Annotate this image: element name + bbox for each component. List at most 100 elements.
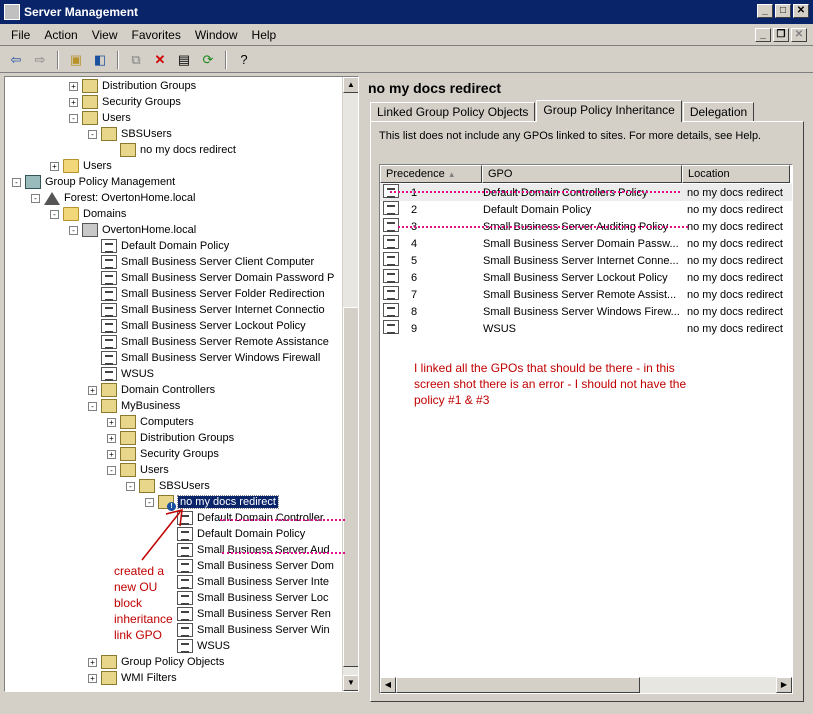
scroll-up-arrow[interactable]: ▲ bbox=[343, 77, 358, 93]
gpo-row[interactable]: 7 Small Business Server Remote Assist... n… bbox=[380, 286, 792, 303]
tree-node[interactable]: Small Business Server Internet Connectio bbox=[88, 302, 325, 318]
gpo-icon bbox=[177, 639, 193, 653]
tree-node[interactable]: + Domain Controllers bbox=[88, 382, 215, 398]
tree-node[interactable]: - Users bbox=[107, 462, 169, 478]
tree-node[interactable]: + WMI Filters bbox=[88, 670, 177, 686]
expand-icon[interactable]: + bbox=[88, 673, 97, 683]
copy-icon[interactable]: ⧉ bbox=[126, 50, 146, 70]
scroll-left-arrow[interactable]: ◀ bbox=[380, 677, 396, 693]
precedence-cell: 5 bbox=[411, 254, 418, 267]
collapse-icon[interactable]: - bbox=[12, 177, 21, 187]
collapse-icon[interactable]: - bbox=[126, 481, 135, 491]
tree-node[interactable]: + Security Groups bbox=[69, 94, 181, 110]
tree-node[interactable]: Small Business Server Domain Password P bbox=[88, 270, 334, 286]
collapse-icon[interactable]: - bbox=[88, 129, 97, 139]
tree-node[interactable]: - OvertonHome.local bbox=[69, 222, 196, 238]
expand-icon[interactable]: + bbox=[69, 81, 78, 91]
tree-node[interactable]: Small Business Server Loc bbox=[164, 590, 328, 606]
tree-node[interactable]: Small Business Server Win bbox=[164, 622, 330, 638]
gpo-row[interactable]: 5 Small Business Server Internet Conne...… bbox=[380, 252, 792, 269]
collapse-icon[interactable]: - bbox=[88, 401, 97, 411]
tree-node[interactable]: Small Business Server Remote Assistance bbox=[88, 334, 329, 350]
tree-node[interactable]: Small Business Server Lockout Policy bbox=[88, 318, 306, 334]
menu-window[interactable]: Window bbox=[188, 28, 245, 42]
gpo-row[interactable]: 9 WSUS no my docs redirect bbox=[380, 320, 792, 337]
menu-file[interactable]: File bbox=[4, 28, 37, 42]
tree-node[interactable]: - Users bbox=[69, 110, 131, 126]
expand-icon[interactable]: + bbox=[88, 385, 97, 395]
expand-icon[interactable]: + bbox=[107, 417, 116, 427]
menu-action[interactable]: Action bbox=[37, 28, 84, 42]
location-cell: no my docs redirect bbox=[687, 220, 783, 233]
tree-node[interactable]: Small Business Server Windows Firewall bbox=[88, 350, 320, 366]
gpo-row[interactable]: 2 Default Domain Policy no my docs redirec… bbox=[380, 201, 792, 218]
tree-node[interactable]: + Group Policy Objects bbox=[88, 654, 224, 670]
expand-icon[interactable]: + bbox=[50, 161, 59, 171]
expand-icon[interactable]: + bbox=[69, 97, 78, 107]
gpo-row[interactable]: 6 Small Business Server Lockout Policy no … bbox=[380, 269, 792, 286]
h-scroll-thumb[interactable] bbox=[396, 677, 640, 693]
tree-node[interactable]: - SBSUsers bbox=[126, 478, 210, 494]
expand-icon[interactable]: + bbox=[107, 433, 116, 443]
tree-node[interactable]: Small Business Server Inte bbox=[164, 574, 329, 590]
tab-delegation[interactable]: Delegation bbox=[682, 102, 755, 122]
refresh-icon[interactable]: ⟳ bbox=[198, 50, 218, 70]
child-restore-button[interactable]: ❐ bbox=[773, 28, 789, 42]
menu-favorites[interactable]: Favorites bbox=[125, 28, 188, 42]
maximize-button[interactable]: □ bbox=[775, 4, 791, 18]
precedence-cell: 8 bbox=[411, 305, 418, 318]
console-tree[interactable]: + WMI Filters + Group Policy Objects WSUS Sma… bbox=[4, 76, 359, 692]
child-minimize-button[interactable]: _ bbox=[755, 28, 771, 42]
collapse-icon[interactable]: - bbox=[69, 113, 78, 123]
column-location[interactable]: Location bbox=[682, 165, 790, 183]
gpo-row[interactable]: 4 Small Business Server Domain Passw... no… bbox=[380, 235, 792, 252]
tree-node[interactable]: Small Business Server Folder Redirection bbox=[88, 286, 325, 302]
tree-node[interactable]: + Computers bbox=[107, 414, 194, 430]
collapse-icon[interactable]: - bbox=[107, 465, 116, 475]
tree-node[interactable]: - Forest: OvertonHome.local bbox=[31, 190, 195, 206]
gpo-row[interactable]: 8 Small Business Server Windows Firew... n… bbox=[380, 303, 792, 320]
list-horizontal-scrollbar[interactable]: ◀ ▶ bbox=[380, 677, 792, 693]
tree-node[interactable]: - SBSUsers bbox=[88, 126, 172, 142]
column-precedence[interactable]: Precedence ▲ bbox=[380, 165, 482, 183]
minimize-button[interactable]: _ bbox=[757, 4, 773, 18]
scroll-down-arrow[interactable]: ▼ bbox=[343, 675, 358, 691]
tab-group-policy-inheritance[interactable]: Group Policy Inheritance bbox=[536, 100, 682, 122]
expand-icon[interactable]: + bbox=[88, 657, 97, 667]
collapse-icon[interactable]: - bbox=[31, 193, 40, 203]
help-icon[interactable]: ? bbox=[234, 50, 254, 70]
column-gpo[interactable]: GPO bbox=[482, 165, 682, 183]
scroll-right-arrow[interactable]: ▶ bbox=[776, 677, 792, 693]
tree-vertical-scrollbar[interactable]: ▲ ▼ bbox=[342, 77, 358, 691]
tree-node[interactable]: no my docs redirect bbox=[107, 142, 236, 158]
collapse-icon[interactable]: - bbox=[69, 225, 78, 235]
tree-node[interactable]: WSUS bbox=[88, 366, 154, 382]
tab-linked-group-policy-objects[interactable]: Linked Group Policy Objects bbox=[370, 102, 536, 122]
child-close-button[interactable]: ✕ bbox=[791, 28, 807, 42]
tree-node[interactable]: - MyBusiness bbox=[88, 398, 180, 414]
menu-help[interactable]: Help bbox=[245, 28, 284, 42]
properties-icon[interactable]: ▤ bbox=[174, 50, 194, 70]
tree-node[interactable]: + Distribution Groups bbox=[69, 78, 196, 94]
show-hide-tree-icon[interactable]: ◧ bbox=[90, 50, 110, 70]
tree-node[interactable]: Small Business Server Ren bbox=[164, 606, 331, 622]
expand-icon[interactable]: + bbox=[107, 449, 116, 459]
tree-node[interactable]: Small Business Server Client Computer bbox=[88, 254, 314, 270]
menu-view[interactable]: View bbox=[85, 28, 125, 42]
collapse-icon[interactable]: - bbox=[50, 209, 59, 219]
back-icon[interactable]: ⇦ bbox=[6, 50, 26, 70]
delete-icon[interactable]: ✕ bbox=[150, 50, 170, 70]
forward-icon[interactable]: ⇨ bbox=[30, 50, 50, 70]
scroll-thumb[interactable] bbox=[343, 307, 358, 667]
close-button[interactable]: ✕ bbox=[793, 4, 809, 18]
tree-node[interactable]: - Group Policy Management bbox=[12, 174, 175, 190]
location-cell: no my docs redirect bbox=[687, 288, 783, 301]
tree-node[interactable]: + Security Groups bbox=[107, 446, 219, 462]
gpo-inheritance-list[interactable]: Precedence ▲ GPO Location ◀ ▶ 1 Default D… bbox=[379, 164, 793, 694]
tree-node[interactable]: + Users bbox=[50, 158, 112, 174]
tree-node[interactable]: + Distribution Groups bbox=[107, 430, 234, 446]
tree-node[interactable]: WSUS bbox=[164, 638, 230, 654]
tree-node[interactable]: - Domains bbox=[50, 206, 126, 222]
up-folder-icon[interactable]: ▣ bbox=[66, 50, 86, 70]
tree-node[interactable]: Default Domain Policy bbox=[88, 238, 229, 254]
